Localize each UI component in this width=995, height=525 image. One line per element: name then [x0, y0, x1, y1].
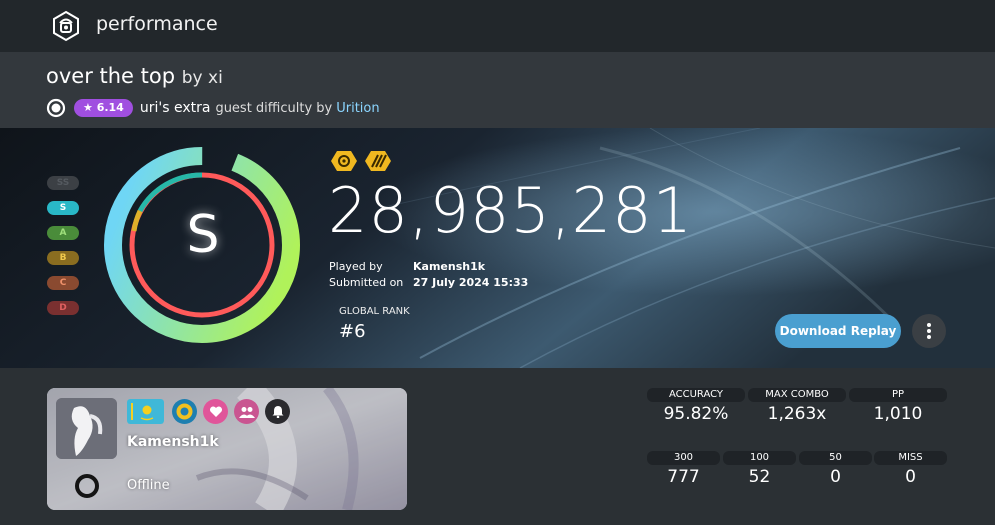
played-by-label: Played by	[329, 260, 383, 273]
hard-rock-mod-icon	[365, 151, 391, 171]
beatmap-artist: by xi	[181, 68, 223, 88]
difficulty-row: ★ 6.14 uri's extra guest difficulty by U…	[46, 98, 380, 118]
supporter-heart-icon[interactable]	[203, 399, 228, 424]
global-rank-label: GLOBAL RANK	[339, 306, 410, 317]
rank-pill-d: D	[47, 301, 79, 315]
stat-value: 95.82%	[663, 404, 729, 424]
stat-100: 100 52	[723, 451, 796, 487]
beatmap-title[interactable]: over the top	[46, 64, 175, 88]
beatmap-title-row[interactable]: over the top by xi	[46, 64, 223, 88]
grade-letter: S	[186, 205, 220, 265]
mapper-link[interactable]: Urition	[336, 101, 379, 116]
stat-label: ACCURACY	[647, 388, 745, 402]
top-bar: performance	[0, 0, 995, 52]
more-vertical-icon	[927, 323, 931, 327]
team-badge-icon[interactable]	[172, 399, 197, 424]
stat-label: PP	[849, 388, 947, 402]
user-name[interactable]: Kamensh1k	[127, 434, 219, 450]
stat-300: 300 777	[647, 451, 720, 487]
score-meta: Played by Kamensh1k Submitted on 27 July 2…	[329, 259, 528, 291]
mods-row	[330, 150, 392, 172]
stat-miss: MISS 0	[874, 451, 947, 487]
more-vertical-icon-dot	[927, 329, 931, 333]
more-options-button[interactable]	[912, 314, 946, 348]
download-replay-button[interactable]: Download Replay	[775, 314, 901, 348]
status-indicator	[75, 474, 99, 498]
rank-pill-c: C	[47, 276, 79, 290]
stat-pp: PP 1,010	[849, 388, 947, 424]
stat-label: MISS	[874, 451, 947, 465]
stat-label: 300	[647, 451, 720, 465]
stat-value: 1,263x	[767, 404, 827, 424]
user-badges	[172, 399, 290, 424]
stat-50: 50 0	[799, 451, 872, 487]
app-title: performance	[96, 13, 218, 35]
avatar[interactable]	[56, 398, 117, 459]
osu-lazer-icon[interactable]	[50, 10, 82, 42]
user-card[interactable]: Kamensh1k Offline	[47, 388, 407, 510]
stat-max-combo: MAX COMBO 1,263x	[748, 388, 846, 424]
rank-pill-s: S	[47, 201, 79, 215]
played-by-user[interactable]: Kamensh1k	[413, 260, 485, 273]
submitted-on-date: 27 July 2024 15:33	[413, 276, 529, 289]
stat-value: 0	[830, 467, 841, 487]
rank-pill-ss: SS	[47, 176, 79, 190]
total-score: 28,985,281	[328, 174, 693, 247]
beatmap-header: over the top by xi ★ 6.14 uri's extra gu…	[0, 52, 995, 128]
more-vertical-icon-dot	[927, 335, 931, 339]
hidden-mod-icon	[331, 151, 357, 171]
osu-mode-icon	[46, 98, 66, 118]
rank-pill-a: A	[47, 226, 79, 240]
stat-label: 50	[799, 451, 872, 465]
rank-scale: SS S A B C D	[47, 176, 79, 326]
avatar-image	[56, 398, 117, 459]
kazakhstan-flag-icon[interactable]	[127, 399, 164, 424]
submitted-on-label: Submitted on	[329, 276, 404, 289]
stat-value: 52	[748, 467, 771, 487]
user-status: Offline	[127, 478, 170, 493]
friends-icon[interactable]	[234, 399, 259, 424]
stat-value: 0	[905, 467, 916, 487]
stat-label: 100	[723, 451, 796, 465]
notification-bell-icon[interactable]	[265, 399, 290, 424]
difficulty-suffix: guest difficulty by	[215, 100, 333, 116]
stat-value: 777	[667, 467, 700, 487]
stat-accuracy: ACCURACY 95.82%	[647, 388, 745, 424]
star-rating-badge: ★ 6.14	[74, 99, 133, 117]
stat-label: MAX COMBO	[748, 388, 846, 402]
stat-value: 1,010	[873, 404, 923, 424]
difficulty-name: uri's extra	[139, 100, 211, 116]
rank-pill-b: B	[47, 251, 79, 265]
global-rank-value: #6	[339, 321, 366, 342]
